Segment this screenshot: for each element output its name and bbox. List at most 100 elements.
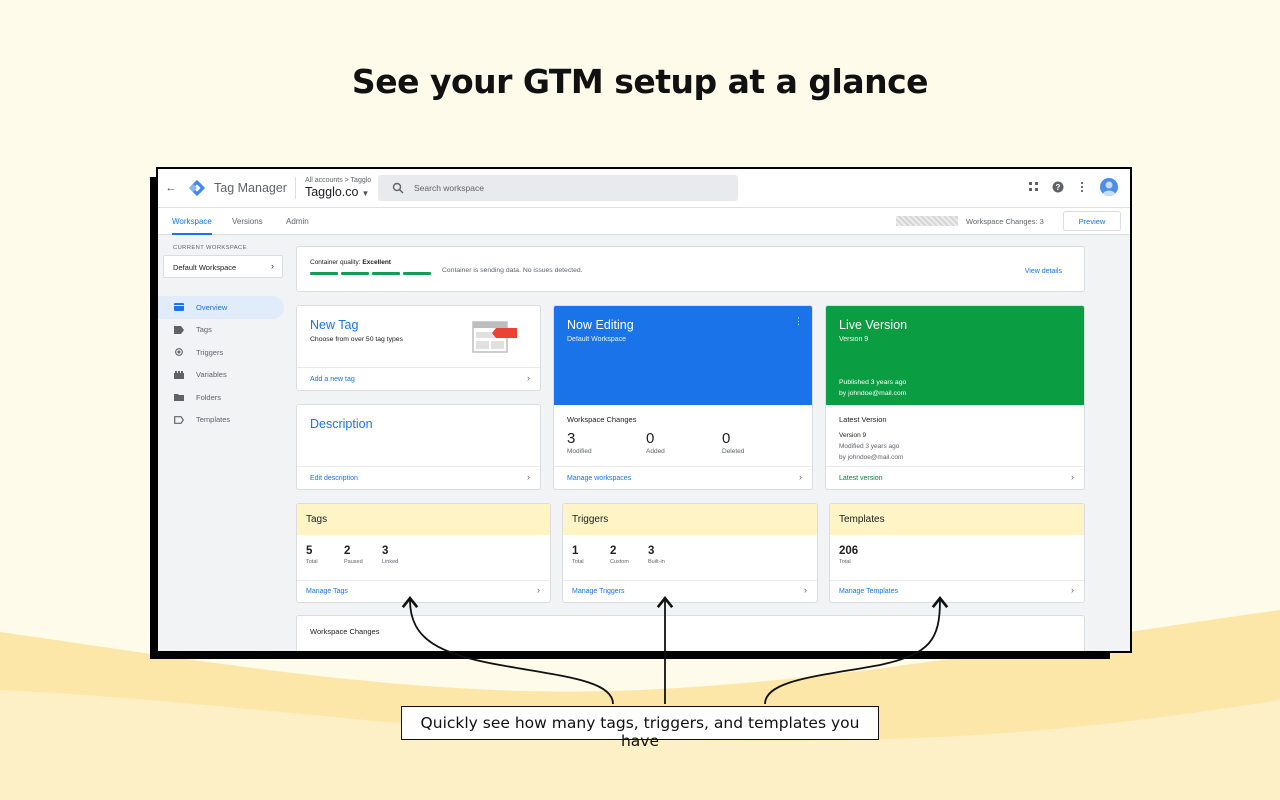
sidebar-item-label: Variables bbox=[196, 370, 227, 380]
tags-stats: 5 Total 2 Paused 3 Linked bbox=[306, 545, 420, 565]
tags-linked: 3 Linked bbox=[382, 545, 399, 565]
triggers-custom: 2 Custom bbox=[610, 545, 629, 565]
tag-manager-logo-icon bbox=[188, 179, 206, 197]
container-status-message: Container is sending data. No issues det… bbox=[442, 267, 583, 274]
tags-paused: 2 Paused bbox=[344, 545, 363, 565]
search-icon bbox=[392, 182, 404, 194]
variables-icon bbox=[174, 370, 184, 379]
latest-version-details: Version 9 Modified 3 years ago by johndo… bbox=[839, 432, 904, 461]
chevron-right-icon: › bbox=[537, 585, 540, 595]
live-version-number: Version 9 bbox=[839, 336, 869, 343]
new-tag-subtitle: Choose from over 50 tag types bbox=[310, 336, 403, 343]
now-editing-card: Now Editing Default Workspace ⋮ Workspac… bbox=[553, 305, 813, 490]
app-name: Tag Manager bbox=[214, 181, 287, 195]
sidebar-item-templates[interactable]: Templates bbox=[158, 409, 284, 432]
chevron-right-icon: › bbox=[804, 585, 807, 595]
triggers-built-in: 3 Built-in bbox=[648, 545, 665, 565]
sidebar-item-label: Templates bbox=[196, 415, 231, 425]
templates-summary-card: Templates 206 Total Manage Templates › bbox=[829, 503, 1085, 603]
chevron-right-icon: › bbox=[527, 373, 530, 383]
templates-total: 206 Total bbox=[839, 545, 859, 565]
tags-summary-card: Tags 5 Total 2 Paused 3 Linked Manage Tags › bbox=[296, 503, 551, 603]
svg-text:?: ? bbox=[1056, 183, 1061, 192]
tab-row: Workspace Versions Admin Workspace Chang… bbox=[158, 207, 1130, 235]
app-window: ← Tag Manager All accounts > Tagglo Tagg… bbox=[156, 167, 1132, 653]
new-tag-card[interactable]: New Tag Choose from over 50 tag types Ad… bbox=[296, 305, 541, 391]
workspace-changes-card-title: Workspace Changes bbox=[310, 627, 380, 636]
new-tag-title[interactable]: New Tag bbox=[310, 318, 358, 332]
manage-workspaces-link[interactable]: Manage workspaces › bbox=[554, 466, 812, 489]
sidebar-item-label: Overview bbox=[196, 302, 228, 312]
quality-bars bbox=[310, 272, 431, 275]
sidebar-item-triggers[interactable]: Triggers bbox=[158, 341, 284, 364]
latest-version-link[interactable]: Latest version › bbox=[826, 466, 1084, 489]
sidebar-item-label: Triggers bbox=[196, 347, 224, 357]
divider bbox=[294, 177, 296, 199]
chevron-right-icon: › bbox=[1071, 585, 1074, 595]
page-headline: See your GTM setup at a glance bbox=[351, 62, 929, 101]
current-workspace-label: CURRENT WORKSPACE bbox=[173, 245, 247, 251]
chevron-right-icon: › bbox=[799, 472, 802, 482]
preview-button[interactable]: Preview bbox=[1063, 211, 1121, 231]
container-quality-card: Container quality: Excellent Container i… bbox=[296, 246, 1085, 292]
user-icon bbox=[1102, 181, 1116, 196]
edit-description-link[interactable]: Edit description › bbox=[297, 466, 540, 489]
workspace-selector[interactable]: Default Workspace › bbox=[163, 255, 283, 278]
workspace-changes-card: Workspace Changes bbox=[296, 615, 1085, 651]
chevron-right-icon: › bbox=[1071, 472, 1074, 482]
live-version-title: Live Version bbox=[839, 318, 908, 332]
description-title: Description bbox=[310, 417, 373, 431]
more-options-icon[interactable] bbox=[1076, 181, 1088, 193]
tab-workspace[interactable]: Workspace bbox=[172, 208, 212, 235]
chevron-right-icon: › bbox=[527, 472, 530, 482]
manage-tags-link[interactable]: Manage Tags › bbox=[297, 580, 550, 602]
overview-icon bbox=[174, 303, 184, 312]
triggers-summary-title: Triggers bbox=[563, 504, 817, 535]
latest-version-label: Latest Version bbox=[839, 415, 887, 424]
account-selector[interactable]: All accounts > Tagglo Tagglo.co ▼ bbox=[305, 177, 371, 199]
help-icon[interactable]: ? bbox=[1052, 181, 1064, 193]
triggers-summary-card: Triggers 1 Total 2 Custom 3 Built-in Manage… bbox=[562, 503, 818, 603]
view-details-link[interactable]: View details bbox=[1025, 268, 1062, 275]
caret-down-icon: ▼ bbox=[361, 189, 370, 198]
trigger-icon bbox=[175, 348, 183, 357]
tab-admin[interactable]: Admin bbox=[286, 208, 309, 235]
template-icon bbox=[174, 415, 184, 424]
workspace-changes-count: Workspace Changes: 3 bbox=[966, 217, 1044, 226]
apps-grid-icon[interactable] bbox=[1028, 181, 1040, 193]
more-vert-icon[interactable]: ⋮ bbox=[794, 316, 803, 327]
triggers-stats: 1 Total 2 Custom 3 Built-in bbox=[572, 545, 686, 565]
search-placeholder: Search workspace bbox=[414, 183, 484, 193]
manage-templates-link[interactable]: Manage Templates › bbox=[830, 580, 1084, 602]
sidebar-item-label: Tags bbox=[196, 325, 212, 335]
avatar[interactable] bbox=[1100, 178, 1118, 196]
tab-versions[interactable]: Versions bbox=[232, 208, 263, 235]
account-name[interactable]: Tagglo.co ▼ bbox=[305, 185, 371, 199]
live-version-published: Published 3 years ago by johndoe@mail.co… bbox=[839, 379, 907, 397]
sidebar-item-folders[interactable]: Folders bbox=[158, 386, 284, 409]
live-version-card: Live Version Version 9 Published 3 years… bbox=[825, 305, 1085, 490]
search-input[interactable]: Search workspace bbox=[378, 175, 738, 201]
top-bar: ← Tag Manager All accounts > Tagglo Tagg… bbox=[158, 169, 1130, 207]
stat-modified: 3 Modified bbox=[567, 430, 592, 455]
add-new-tag-link[interactable]: Add a new tag › bbox=[297, 367, 540, 390]
breadcrumb[interactable]: All accounts > Tagglo bbox=[305, 177, 371, 184]
stat-added: 0 Added bbox=[646, 430, 665, 455]
sidebar-nav: Overview Tags Triggers Variables Folders… bbox=[158, 296, 284, 431]
sidebar-item-tags[interactable]: Tags bbox=[158, 319, 284, 342]
stat-deleted: 0 Deleted bbox=[722, 430, 745, 455]
sidebar-item-overview[interactable]: Overview bbox=[158, 296, 284, 319]
back-arrow-icon[interactable]: ← bbox=[160, 182, 182, 194]
manage-triggers-link[interactable]: Manage Triggers › bbox=[563, 580, 817, 602]
new-tag-illustration-icon bbox=[472, 321, 517, 353]
description-card: Description Edit description › bbox=[296, 404, 541, 490]
live-version-header: Live Version Version 9 Published 3 years… bbox=[826, 306, 1084, 405]
now-editing-title: Now Editing bbox=[567, 318, 634, 332]
sidebar-item-variables[interactable]: Variables bbox=[158, 364, 284, 387]
now-editing-header: Now Editing Default Workspace ⋮ bbox=[554, 306, 812, 405]
tags-total: 5 Total bbox=[306, 545, 318, 565]
now-editing-workspace: Default Workspace bbox=[567, 336, 627, 343]
tag-icon bbox=[174, 325, 184, 334]
top-icons: ? bbox=[1028, 178, 1118, 196]
container-quality-label: Container quality: Excellent bbox=[310, 259, 391, 266]
